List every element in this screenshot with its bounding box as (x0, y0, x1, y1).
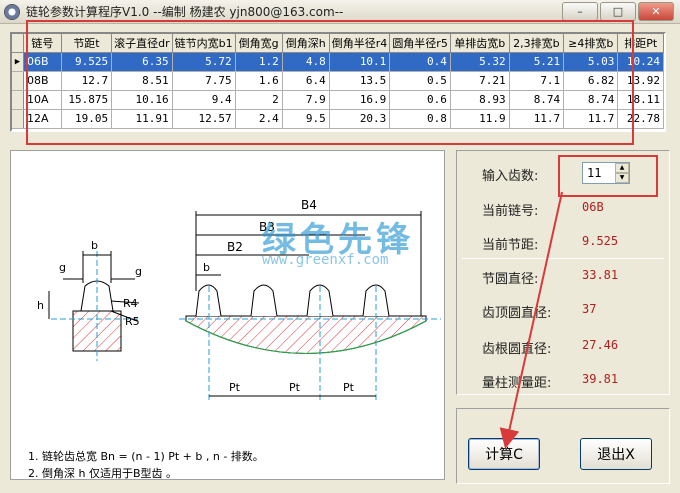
annotation-arrow (499, 191, 563, 449)
